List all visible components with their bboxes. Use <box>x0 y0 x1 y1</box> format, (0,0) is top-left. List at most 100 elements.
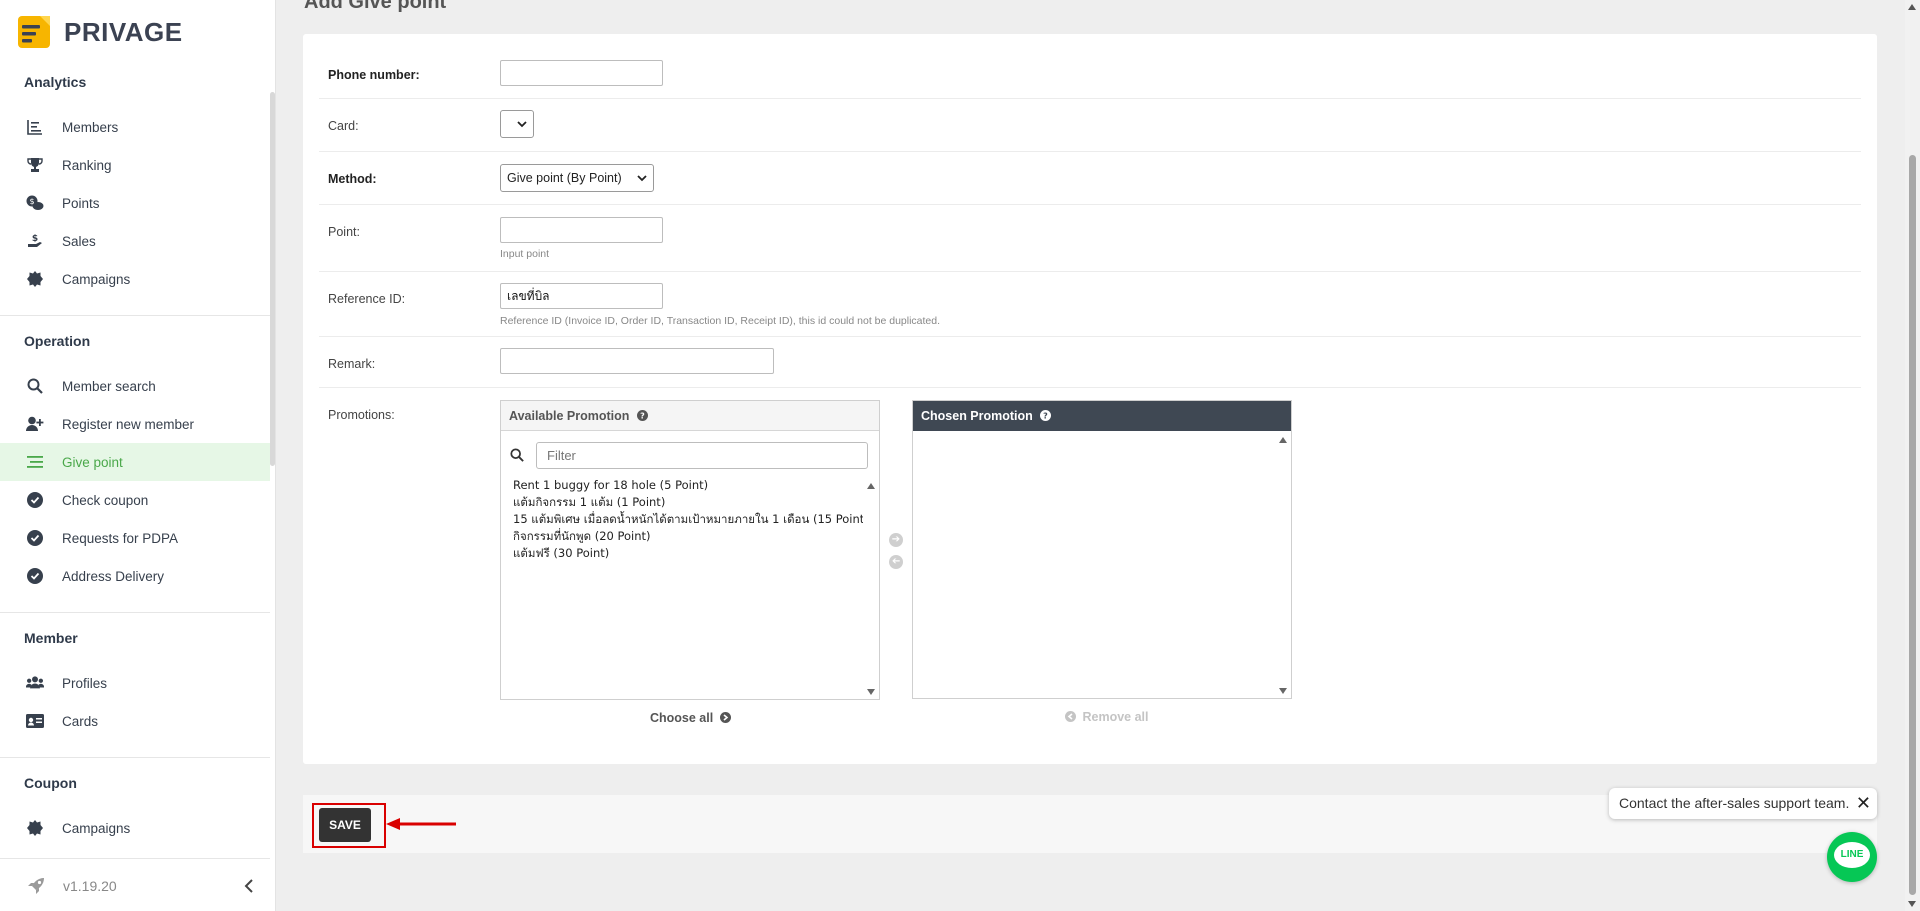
sidebar-item-label: Cards <box>62 713 99 729</box>
bar-list-icon <box>26 118 44 136</box>
line-label: LINE <box>1840 849 1864 860</box>
save-highlight-box <box>312 803 386 848</box>
sidebar-item-label: Requests for PDPA <box>62 530 179 546</box>
check-circle-icon <box>26 529 44 547</box>
method-row: Method: Give point (By Point) <box>319 152 1861 205</box>
page-scrollbar[interactable] <box>1905 0 1920 911</box>
search-icon <box>510 448 524 467</box>
phone-number-input[interactable] <box>500 60 663 86</box>
sidebar-footer: v1.19.20 <box>0 866 270 906</box>
scroll-up-icon[interactable] <box>1279 437 1287 443</box>
support-bubble[interactable]: Contact the after-sales support team. ✕ <box>1609 788 1877 819</box>
reference-id-input[interactable]: เลขที่บิล <box>500 283 663 309</box>
move-right-icon[interactable]: ➔ <box>889 533 903 547</box>
remark-input[interactable] <box>500 348 774 374</box>
scroll-up-icon[interactable] <box>1908 4 1916 10</box>
section-title-coupon: Coupon <box>24 775 77 791</box>
coins-icon: $ <box>26 194 44 212</box>
sidebar-item-register-new-member[interactable]: Register new member <box>0 405 270 443</box>
brand[interactable]: PRIVAGE <box>18 14 183 50</box>
sidebar-item-member-search[interactable]: Member search <box>0 367 270 405</box>
section-title-member: Member <box>24 630 78 646</box>
scroll-down-icon[interactable] <box>1908 901 1916 907</box>
scroll-up-icon[interactable] <box>867 483 875 489</box>
card-label: Card: <box>328 119 359 133</box>
point-input[interactable] <box>500 217 663 243</box>
help-icon[interactable]: ? <box>1040 402 1052 432</box>
sidebar-divider <box>0 315 270 316</box>
chosen-promotion-header: Chosen Promotion ? <box>913 401 1291 431</box>
svg-text:$: $ <box>32 234 38 244</box>
sidebar-item-address-delivery[interactable]: Address Delivery <box>0 557 270 595</box>
promotion-option[interactable]: แต้มกิจกรรม 1 แต้ม (1 Point) <box>513 494 863 511</box>
sidebar-divider <box>0 757 270 758</box>
sidebar-scrollbar[interactable] <box>270 92 275 466</box>
phone-row: Phone number: <box>319 34 1861 99</box>
chosen-promotion-title: Chosen Promotion <box>921 409 1033 423</box>
chevron-down-icon <box>637 165 647 200</box>
reference-label: Reference ID: <box>328 292 406 306</box>
close-icon[interactable]: ✕ <box>1856 788 1871 819</box>
promotion-filter-input[interactable]: Filter <box>536 442 868 469</box>
point-hint: Input point <box>500 248 550 260</box>
sidebar-item-sales[interactable]: $ Sales <box>0 222 270 260</box>
reference-row: Reference ID: เลขที่บิล Reference ID (In… <box>319 272 1861 337</box>
page-title: Add Give point <box>304 0 447 13</box>
sidebar-item-cards[interactable]: Cards <box>0 702 270 740</box>
phone-label: Phone number: <box>328 68 420 82</box>
sidebar-item-ranking[interactable]: Ranking <box>0 146 270 184</box>
remove-all-button[interactable]: Remove all <box>1065 710 1149 725</box>
users-icon <box>26 674 44 692</box>
support-message: Contact the after-sales support team. <box>1619 795 1850 811</box>
line-chat-button[interactable]: LINE <box>1827 832 1877 882</box>
user-plus-icon <box>26 415 44 433</box>
section-title-analytics: Analytics <box>24 74 87 90</box>
trophy-icon <box>26 156 44 174</box>
sidebar-item-requests-pdpa[interactable]: Requests for PDPA <box>0 519 270 557</box>
sidebar-item-give-point[interactable]: Give point <box>0 443 270 481</box>
check-circle-icon <box>26 567 44 585</box>
sidebar-item-profiles[interactable]: Profiles <box>0 664 270 702</box>
available-promotion-panel: Available Promotion ? Filter Rent 1 bugg… <box>500 400 880 700</box>
move-left-icon[interactable]: ➔ <box>889 555 903 569</box>
badge-icon <box>26 270 44 288</box>
card-select[interactable] <box>500 110 534 138</box>
chosen-promotion-list[interactable] <box>913 432 1291 698</box>
page-scrollbar-thumb[interactable] <box>1909 155 1916 895</box>
scroll-down-icon[interactable] <box>867 689 875 695</box>
sidebar-item-members[interactable]: Members <box>0 108 270 146</box>
svg-text:?: ? <box>1043 412 1048 421</box>
promotion-option[interactable]: 15 แต้มพิเศษ เมื่อลดน้ำหนักได้ตามเป้าหมา… <box>513 511 863 528</box>
sidebar-item-label: Sales <box>62 233 96 249</box>
sidebar-item-label: Ranking <box>62 157 112 173</box>
scroll-down-icon[interactable] <box>1279 688 1287 694</box>
sidebar-item-label: Members <box>62 119 119 135</box>
promotion-option[interactable]: Rent 1 buggy for 18 hole (5 Point) <box>513 477 863 494</box>
remark-label: Remark: <box>328 357 376 371</box>
sidebar-item-points[interactable]: $ Points <box>0 184 270 222</box>
reference-hint: Reference ID (Invoice ID, Order ID, Tran… <box>500 315 941 327</box>
arrow-circle-right-icon <box>719 712 731 726</box>
sidebar-item-check-coupon[interactable]: Check coupon <box>0 481 270 519</box>
method-select[interactable]: Give point (By Point) <box>500 164 654 192</box>
section-title-operation: Operation <box>24 333 91 349</box>
collapse-sidebar-icon[interactable] <box>243 878 255 899</box>
red-pointer-arrow-icon <box>386 818 456 830</box>
promotion-option[interactable]: แต้มฟรี (30 Point) <box>513 545 863 562</box>
sidebar-item-label: Campaigns <box>62 820 131 836</box>
choose-all-button[interactable]: Choose all <box>650 711 731 726</box>
sidebar-item-label: Campaigns <box>62 271 131 287</box>
rocket-icon <box>27 877 45 900</box>
chevron-down-icon <box>517 111 527 146</box>
sidebar-divider <box>0 612 270 613</box>
arrow-circle-left-icon <box>1065 711 1076 725</box>
sidebar-item-label: Member search <box>62 378 156 394</box>
sidebar-item-campaigns[interactable]: Campaigns <box>0 260 270 298</box>
sidebar-item-label: Check coupon <box>62 492 149 508</box>
available-promotion-list[interactable]: Rent 1 buggy for 18 hole (5 Point) แต้มก… <box>513 477 863 562</box>
promotion-option[interactable]: กิจกรรมที่นักพูด (20 Point) <box>513 528 863 545</box>
help-icon[interactable]: ? <box>636 402 648 432</box>
app-version: v1.19.20 <box>63 878 117 894</box>
sidebar-divider <box>0 858 270 859</box>
sidebar-item-coupon-campaigns[interactable]: Campaigns <box>0 809 270 847</box>
